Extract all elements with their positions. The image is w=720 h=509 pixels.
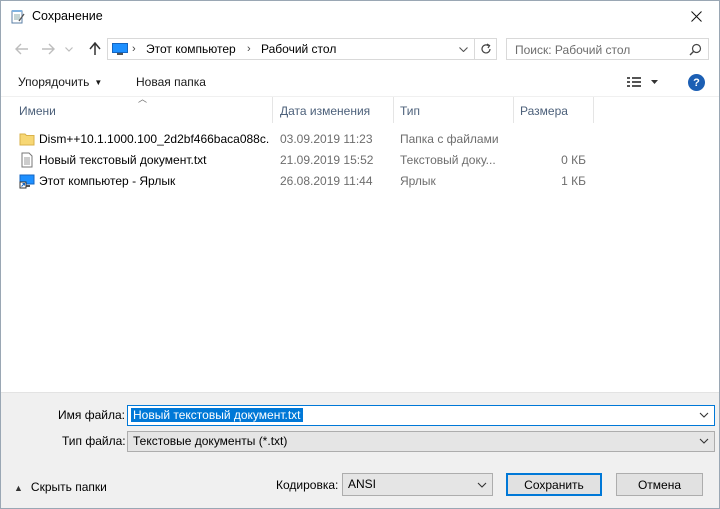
refresh-icon (480, 43, 491, 54)
filetype-value: Текстовые документы (*.txt) (133, 434, 288, 448)
organize-button[interactable]: Упорядочить ▼ (18, 75, 102, 89)
address-bar[interactable]: › Этот компьютер › Рабочий стол (107, 38, 497, 60)
search-placeholder: Поиск: Рабочий стол (515, 43, 631, 57)
file-size: 0 КБ (561, 153, 586, 167)
new-folder-button[interactable]: Новая папка (136, 75, 206, 89)
window-title: Сохранение (32, 9, 103, 23)
navigation-bar: › Этот компьютер › Рабочий стол Поиск: Р… (1, 34, 719, 64)
chevron-down-icon (65, 46, 73, 52)
arrow-right-icon (42, 43, 55, 55)
refresh-button[interactable] (474, 39, 496, 59)
hide-folders-button[interactable]: ▲ Скрыть папки (14, 480, 107, 494)
encoding-label: Кодировка: (276, 478, 339, 492)
search-box[interactable]: Поиск: Рабочий стол (506, 38, 709, 60)
encoding-select[interactable]: ANSI (342, 473, 493, 496)
file-type: Папка с файлами (400, 132, 499, 146)
chevron-down-icon[interactable] (698, 409, 710, 421)
help-button[interactable]: ? (688, 74, 705, 91)
encoding-value: ANSI (348, 477, 377, 491)
breadcrumb-desktop[interactable]: Рабочий стол (261, 42, 336, 56)
breadcrumb-separator-icon: › (247, 43, 251, 55)
file-name: Новый текстовый документ.txt (39, 153, 207, 167)
save-options-panel: Имя файла: Новый текстовый документ.txt … (1, 392, 719, 508)
forward-button[interactable] (39, 40, 57, 58)
text-file-icon (21, 152, 33, 168)
details-view-icon (627, 77, 658, 87)
chevron-down-icon (477, 482, 487, 488)
title-bar: Сохранение (1, 1, 719, 32)
cancel-button[interactable]: Отмена (616, 473, 703, 496)
column-date-modified[interactable]: Дата изменения (274, 97, 394, 123)
file-type: Ярлык (400, 174, 436, 188)
file-date: 21.09.2019 15:52 (280, 153, 374, 167)
change-view-button[interactable] (625, 74, 663, 90)
search-icon (689, 43, 702, 56)
notepad-icon (11, 10, 25, 24)
breadcrumb-this-pc[interactable]: Этот компьютер (146, 42, 236, 56)
file-row[interactable]: Dism++10.1.1000.100_2d2bf466baca088c... … (1, 129, 601, 150)
caret-down-icon: ▼ (94, 78, 103, 87)
back-button[interactable] (13, 40, 31, 58)
column-name[interactable]: Имени (13, 97, 273, 123)
file-row[interactable]: Новый текстовый документ.txt 21.09.2019 … (1, 150, 601, 171)
filetype-select[interactable]: Текстовые документы (*.txt) (127, 431, 715, 452)
file-name: Dism++10.1.1000.100_2d2bf466baca088c... (39, 132, 269, 146)
filename-value: Новый текстовый документ.txt (131, 408, 303, 422)
save-dialog: Сохранение › Этот компьютер › Рабочий ст… (0, 0, 720, 509)
column-header-row: ︿ Имени Дата изменения Тип Размера (1, 94, 719, 123)
address-history-dropdown[interactable] (455, 39, 471, 59)
close-button[interactable] (673, 1, 719, 32)
organize-label: Упорядочить (18, 75, 90, 89)
hide-folders-label: Скрыть папки (30, 480, 107, 494)
file-row[interactable]: Этот компьютер - Ярлык 26.08.2019 11:44 … (1, 171, 601, 192)
chevron-down-icon (458, 46, 468, 52)
save-button[interactable]: Сохранить (506, 473, 602, 496)
column-type[interactable]: Тип (394, 97, 514, 123)
file-type: Текстовый доку... (400, 153, 496, 167)
folder-icon (19, 133, 35, 146)
close-icon (690, 11, 702, 22)
arrow-up-icon (89, 42, 101, 55)
computer-icon (112, 43, 128, 55)
up-button[interactable] (86, 40, 104, 58)
file-date: 26.08.2019 11:44 (280, 174, 373, 188)
filename-label: Имя файла: (58, 408, 125, 422)
chevron-down-icon (699, 438, 709, 444)
file-size: 1 КБ (561, 174, 586, 188)
file-date: 03.09.2019 11:23 (280, 132, 373, 146)
breadcrumb-separator-icon: › (132, 43, 136, 55)
file-list: ︿ Имени Дата изменения Тип Размера Dism+… (1, 94, 719, 391)
filename-input[interactable]: Новый текстовый документ.txt (127, 405, 715, 426)
shortcut-icon (19, 174, 35, 189)
arrow-left-icon (15, 43, 28, 55)
recent-locations-button[interactable] (63, 40, 75, 58)
filetype-label: Тип файла: (62, 434, 126, 448)
command-bar: Упорядочить ▼ Новая папка ? (1, 67, 719, 97)
file-name: Этот компьютер - Ярлык (39, 174, 176, 188)
caret-up-icon: ▲ (14, 483, 23, 493)
column-size[interactable]: Размера (514, 97, 594, 123)
